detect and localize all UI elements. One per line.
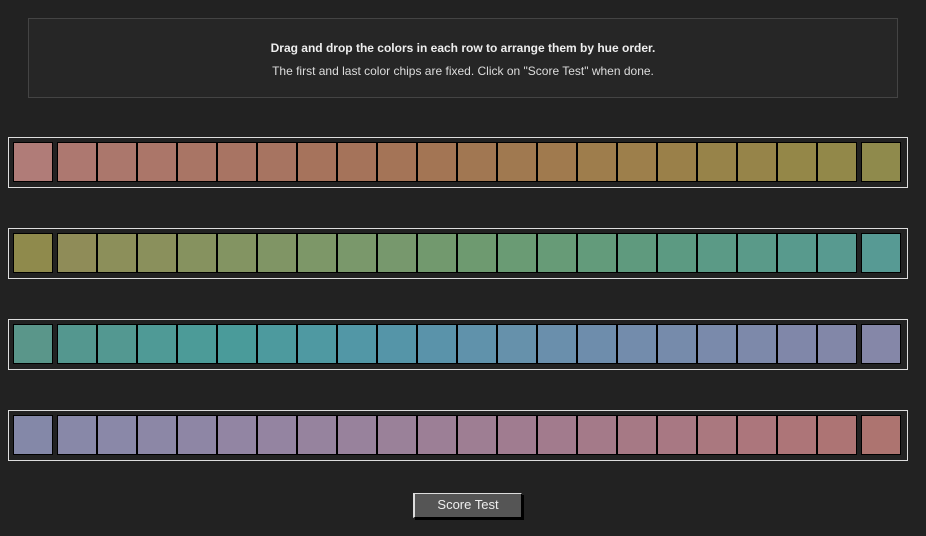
draggable-color-chip[interactable] xyxy=(457,324,497,364)
draggable-color-chip[interactable] xyxy=(537,324,577,364)
draggable-color-chip[interactable] xyxy=(737,324,777,364)
draggable-color-chip[interactable] xyxy=(697,415,737,455)
draggable-color-chip[interactable] xyxy=(177,415,217,455)
draggable-color-chip[interactable] xyxy=(57,142,97,182)
draggable-color-chip[interactable] xyxy=(737,415,777,455)
draggable-color-chip[interactable] xyxy=(737,233,777,273)
fixed-color-chip xyxy=(861,233,901,273)
draggable-color-chip[interactable] xyxy=(697,233,737,273)
draggable-color-chip[interactable] xyxy=(777,142,817,182)
draggable-color-chip[interactable] xyxy=(217,324,257,364)
draggable-color-chip[interactable] xyxy=(497,142,537,182)
draggable-color-chip[interactable] xyxy=(817,324,857,364)
hue-row-3 xyxy=(8,319,908,370)
draggable-color-chip[interactable] xyxy=(617,142,657,182)
draggable-color-chip[interactable] xyxy=(177,233,217,273)
draggable-color-chip[interactable] xyxy=(577,324,617,364)
draggable-color-chip[interactable] xyxy=(577,233,617,273)
draggable-color-chip[interactable] xyxy=(57,324,97,364)
draggable-color-chip[interactable] xyxy=(297,324,337,364)
draggable-color-chip[interactable] xyxy=(497,324,537,364)
draggable-color-chip[interactable] xyxy=(337,142,377,182)
draggable-color-chip[interactable] xyxy=(617,324,657,364)
fixed-color-chip xyxy=(13,233,53,273)
draggable-color-chip[interactable] xyxy=(297,233,337,273)
instructions-title: Drag and drop the colors in each row to … xyxy=(270,41,656,55)
draggable-color-chip[interactable] xyxy=(657,324,697,364)
draggable-color-chip[interactable] xyxy=(777,324,817,364)
draggable-color-chip[interactable] xyxy=(257,233,297,273)
draggable-color-chip[interactable] xyxy=(497,415,537,455)
fixed-color-chip xyxy=(13,324,53,364)
draggable-color-chip[interactable] xyxy=(657,415,697,455)
draggable-color-chip[interactable] xyxy=(697,324,737,364)
draggable-color-chip[interactable] xyxy=(57,233,97,273)
fixed-color-chip xyxy=(13,415,53,455)
draggable-color-chip[interactable] xyxy=(417,142,457,182)
draggable-color-chip[interactable] xyxy=(817,142,857,182)
draggable-color-chip[interactable] xyxy=(57,415,97,455)
draggable-color-chip[interactable] xyxy=(97,415,137,455)
draggable-color-chip[interactable] xyxy=(777,233,817,273)
draggable-color-chip[interactable] xyxy=(257,324,297,364)
draggable-color-chip[interactable] xyxy=(297,415,337,455)
draggable-color-chip[interactable] xyxy=(217,415,257,455)
draggable-color-chip[interactable] xyxy=(177,142,217,182)
draggable-color-chip[interactable] xyxy=(777,415,817,455)
draggable-color-chip[interactable] xyxy=(377,142,417,182)
draggable-color-chip[interactable] xyxy=(377,233,417,273)
draggable-color-chip[interactable] xyxy=(217,233,257,273)
draggable-color-chip[interactable] xyxy=(377,415,417,455)
draggable-color-chip[interactable] xyxy=(337,415,377,455)
draggable-color-chip[interactable] xyxy=(457,415,497,455)
draggable-color-chip[interactable] xyxy=(577,142,617,182)
draggable-color-chip[interactable] xyxy=(137,142,177,182)
draggable-color-chip[interactable] xyxy=(337,324,377,364)
draggable-color-chip[interactable] xyxy=(217,142,257,182)
draggable-color-chip[interactable] xyxy=(417,415,457,455)
fixed-color-chip xyxy=(861,142,901,182)
draggable-color-chip[interactable] xyxy=(537,233,577,273)
draggable-color-chip[interactable] xyxy=(417,324,457,364)
fixed-color-chip xyxy=(861,415,901,455)
draggable-color-chip[interactable] xyxy=(817,233,857,273)
draggable-color-chip[interactable] xyxy=(177,324,217,364)
draggable-color-chip[interactable] xyxy=(577,415,617,455)
instructions-subtitle: The first and last color chips are fixed… xyxy=(272,64,654,78)
draggable-color-chip[interactable] xyxy=(97,142,137,182)
hue-row-1 xyxy=(8,137,908,188)
fixed-color-chip xyxy=(13,142,53,182)
draggable-color-chip[interactable] xyxy=(657,142,697,182)
draggable-color-chip[interactable] xyxy=(257,142,297,182)
draggable-color-chip[interactable] xyxy=(457,233,497,273)
draggable-color-chip[interactable] xyxy=(297,142,337,182)
draggable-color-chip[interactable] xyxy=(617,415,657,455)
draggable-color-chip[interactable] xyxy=(657,233,697,273)
draggable-color-chip[interactable] xyxy=(497,233,537,273)
hue-row-4 xyxy=(8,410,908,461)
draggable-color-chip[interactable] xyxy=(97,324,137,364)
draggable-color-chip[interactable] xyxy=(337,233,377,273)
score-test-button[interactable]: Score Test xyxy=(413,493,522,518)
draggable-color-chip[interactable] xyxy=(377,324,417,364)
draggable-color-chip[interactable] xyxy=(697,142,737,182)
draggable-color-chip[interactable] xyxy=(257,415,297,455)
draggable-color-chip[interactable] xyxy=(737,142,777,182)
draggable-color-chip[interactable] xyxy=(97,233,137,273)
draggable-color-chip[interactable] xyxy=(137,233,177,273)
hue-row-2 xyxy=(8,228,908,279)
fixed-color-chip xyxy=(861,324,901,364)
draggable-color-chip[interactable] xyxy=(417,233,457,273)
instructions-panel: Drag and drop the colors in each row to … xyxy=(28,18,898,98)
draggable-color-chip[interactable] xyxy=(617,233,657,273)
draggable-color-chip[interactable] xyxy=(457,142,497,182)
draggable-color-chip[interactable] xyxy=(537,142,577,182)
draggable-color-chip[interactable] xyxy=(137,324,177,364)
draggable-color-chip[interactable] xyxy=(537,415,577,455)
draggable-color-chip[interactable] xyxy=(817,415,857,455)
draggable-color-chip[interactable] xyxy=(137,415,177,455)
